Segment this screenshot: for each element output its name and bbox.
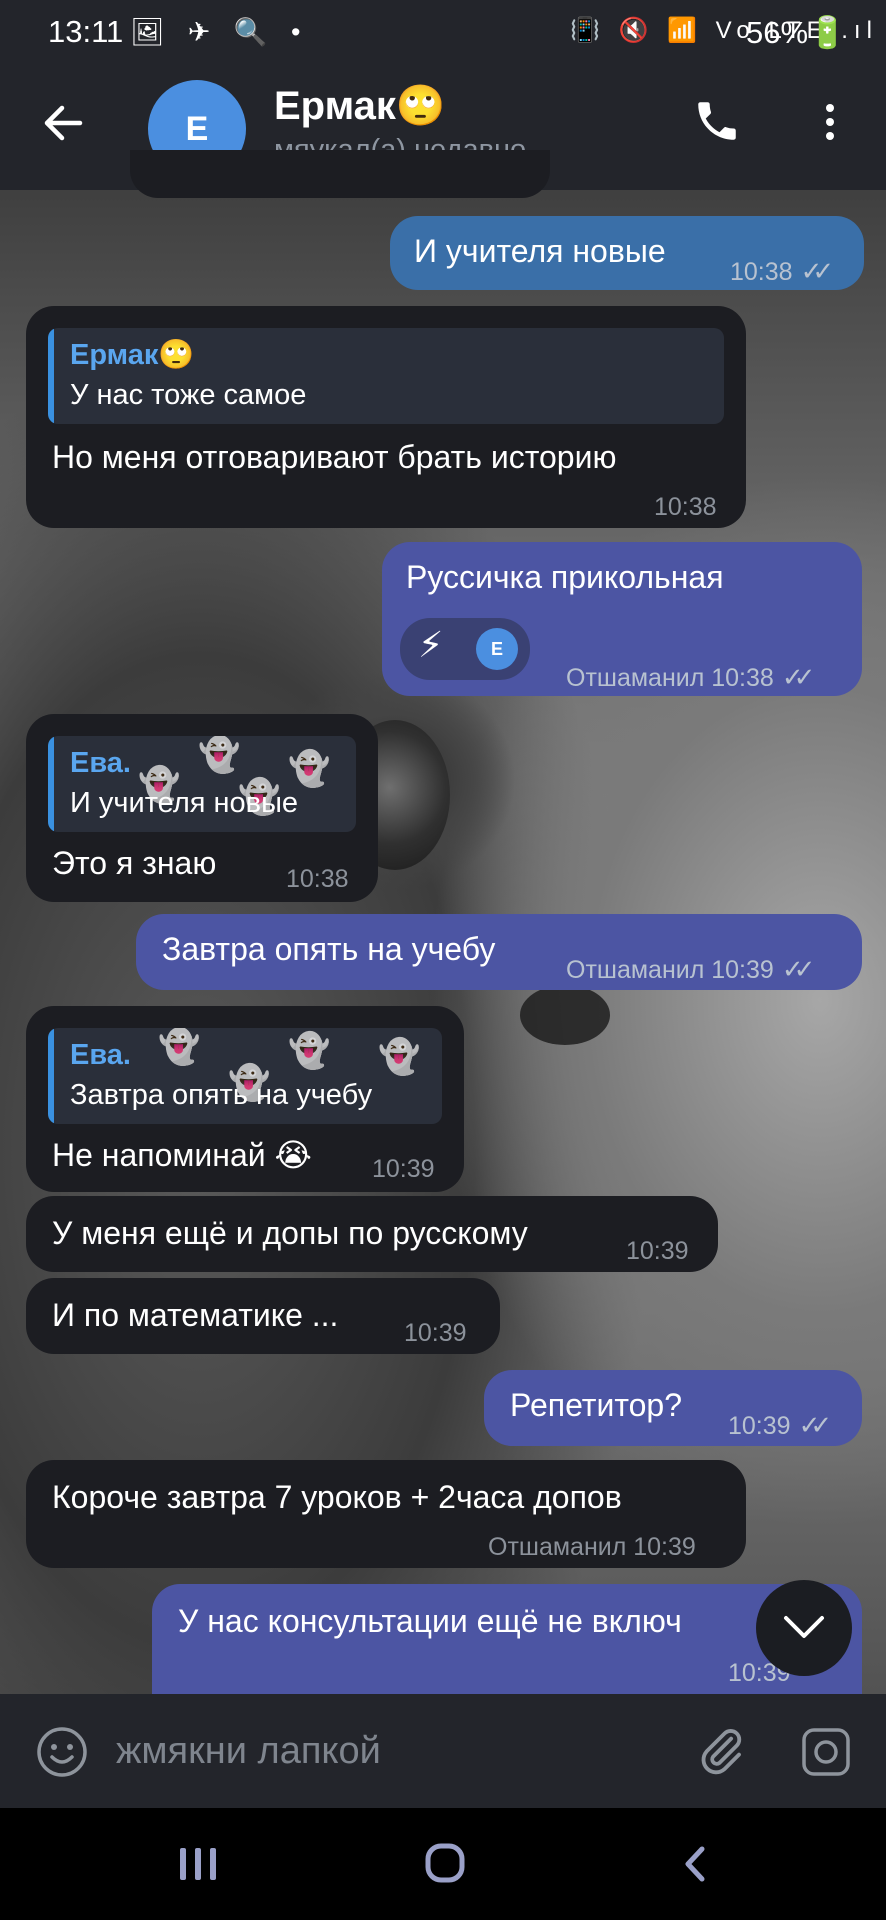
message-bubble-incoming[interactable]: Ермак🙄 У нас тоже самое Но меня отговари…	[26, 306, 746, 528]
camera-icon[interactable]	[800, 1726, 852, 1778]
message-bubble-outgoing[interactable]: Завтра опять на учебу Отшаманил 10:39 ✓✓	[136, 914, 862, 990]
chevron-down-icon	[784, 1616, 824, 1638]
reply-author: Ева.	[70, 747, 131, 779]
battery-indicator: 56%🔋	[746, 15, 847, 50]
message-bubble-incoming[interactable]: У меня ещё и допы по русскому 10:39	[26, 1196, 718, 1272]
message-time: 10:38	[654, 493, 717, 521]
status-time: 13:11	[48, 14, 124, 49]
ghost-pattern-icon: 👻	[378, 1038, 421, 1076]
read-ticks-icon: ✓✓	[781, 662, 815, 692]
lightning-icon: ⚡	[418, 624, 444, 665]
reply-quote[interactable]: 👻 👻 👻 👻 Ева. И учителя новые	[48, 736, 356, 832]
reply-text: Завтра опять на учебу	[70, 1079, 373, 1111]
reaction-chip[interactable]: ⚡ E	[400, 618, 530, 680]
reaction-avatar: E	[476, 628, 518, 670]
message-text: И по математике ...	[52, 1297, 339, 1333]
wallpaper-cat-nose	[520, 985, 610, 1045]
message-time: 10:38	[730, 258, 793, 286]
back-arrow-icon[interactable]	[40, 100, 90, 150]
chat-screen: 13:11 🖼 ✈ 🔍 • 📳 🔇 📶 Vo LTE .ıl 56%🔋 E Ер…	[0, 0, 886, 1920]
message-input[interactable]: жмякни лапкой	[116, 1730, 381, 1773]
message-bubble-incoming[interactable]: И по математике ... 10:39	[26, 1278, 500, 1354]
read-ticks-icon: ✓✓	[798, 1410, 832, 1440]
message-meta: 10:38 ✓✓	[730, 252, 834, 291]
avatar-letter: E	[185, 109, 209, 148]
message-text: Завтра опять на учебу	[162, 931, 496, 967]
message-text: Короче завтра 7 уроков + 2часа допов	[52, 1479, 622, 1515]
paperclip-icon[interactable]	[694, 1724, 748, 1778]
reply-text: И учителя новые	[70, 787, 299, 819]
message-input-bar: жмякни лапкой	[0, 1694, 886, 1808]
reply-author: Ермак🙄	[70, 339, 195, 371]
message-bubble-incoming[interactable]: 👻 👻 👻 👻 Ева. Завтра опять на учебу Не на…	[26, 1006, 464, 1192]
message-time: 10:39	[626, 1237, 689, 1265]
message-time: Отшаманил 10:38	[566, 664, 774, 692]
reply-text: У нас тоже самое	[70, 379, 307, 411]
recent-apps-icon[interactable]	[178, 1846, 218, 1882]
message-text: У меня ещё и допы по русскому	[52, 1215, 528, 1251]
message-time: Отшаманил 10:39	[566, 956, 774, 984]
system-navigation-bar	[0, 1808, 886, 1920]
message-bubble-cropped[interactable]	[130, 150, 550, 198]
reply-bar	[48, 328, 54, 424]
message-bubble-incoming[interactable]: Короче завтра 7 уроков + 2часа допов Отш…	[26, 1460, 746, 1568]
reply-quote[interactable]: Ермак🙄 У нас тоже самое	[48, 328, 724, 424]
reply-quote[interactable]: 👻 👻 👻 👻 Ева. Завтра опять на учебу	[48, 1028, 442, 1124]
message-bubble-outgoing[interactable]: И учителя новые 10:38 ✓✓	[390, 216, 864, 290]
home-icon[interactable]	[424, 1842, 466, 1884]
ghost-pattern-icon: 👻	[198, 736, 241, 774]
message-text: Но меня отговаривают брать историю	[52, 439, 617, 475]
message-text: Это я знаю	[52, 845, 217, 881]
reply-bar	[48, 736, 54, 832]
phone-call-icon[interactable]	[692, 96, 748, 152]
smile-icon[interactable]	[36, 1726, 88, 1778]
message-text: Не напоминай 😭	[52, 1137, 312, 1173]
ghost-pattern-icon: 👻	[288, 750, 331, 788]
message-time: 10:38	[286, 865, 349, 893]
message-bubble-outgoing[interactable]: Руссичка прикольная ⚡ E Отшаманил 10:38 ✓…	[382, 542, 862, 696]
message-meta: Отшаманил 10:38 ✓✓	[566, 658, 815, 697]
message-time: 10:39	[404, 1319, 467, 1347]
ghost-pattern-icon: 👻	[288, 1032, 331, 1070]
message-time: 10:39	[372, 1155, 435, 1183]
message-time: 10:39	[728, 1412, 791, 1440]
status-bar: 13:11 🖼 ✈ 🔍 • 📳 🔇 📶 Vo LTE .ıl 56%🔋	[0, 0, 886, 70]
more-menu-icon[interactable]	[818, 100, 842, 150]
scroll-down-button[interactable]	[756, 1580, 852, 1676]
back-nav-icon[interactable]	[680, 1844, 710, 1884]
contact-name[interactable]: Ермак🙄	[274, 82, 446, 129]
message-text: У нас консультации ещё не включ	[178, 1603, 682, 1639]
message-bubble-incoming[interactable]: 👻 👻 👻 👻 Ева. И учителя новые Это я знаю …	[26, 714, 378, 902]
read-ticks-icon: ✓✓	[781, 954, 815, 984]
message-meta: Отшаманил 10:39 ✓✓	[566, 950, 815, 989]
message-bubble-outgoing[interactable]: Репетитор? 10:39 ✓✓	[484, 1370, 862, 1446]
status-notification-icons: 🖼 ✈ 🔍 •	[130, 17, 309, 47]
message-text: Репетитор?	[510, 1387, 683, 1423]
reply-bar	[48, 1028, 54, 1124]
message-meta: 10:39 ✓✓	[728, 1406, 832, 1445]
message-text: Руссичка прикольная	[406, 559, 724, 595]
message-text: И учителя новые	[414, 233, 666, 269]
read-ticks-icon: ✓✓	[800, 256, 834, 286]
message-bubble-outgoing[interactable]: У нас консультации ещё не включ 10:39	[152, 1584, 862, 1694]
reply-author: Ева.	[70, 1039, 131, 1071]
ghost-pattern-icon: 👻	[158, 1028, 201, 1066]
message-time: Отшаманил 10:39	[488, 1533, 696, 1561]
